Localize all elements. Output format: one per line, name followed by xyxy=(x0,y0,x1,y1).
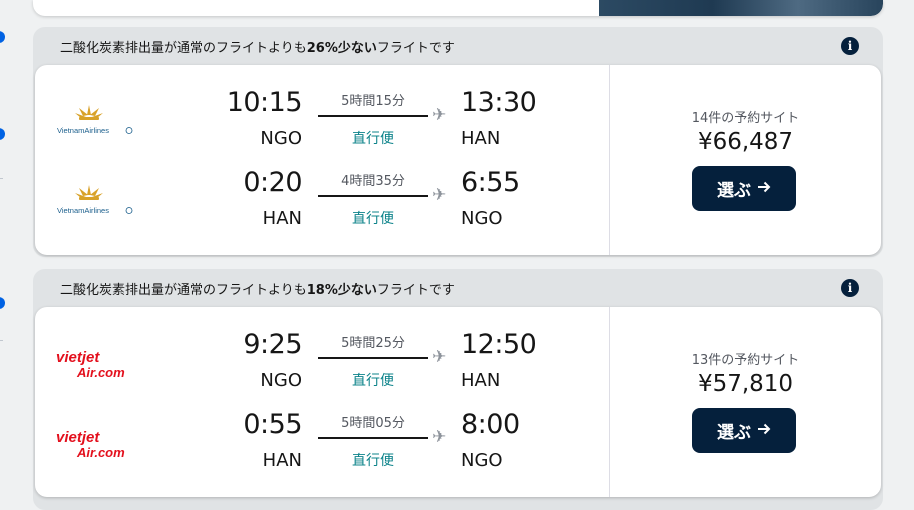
plane-icon: ✈ xyxy=(432,347,447,367)
timeline-dot xyxy=(0,31,5,43)
legs: VietnamAirlines 10:15 NGO 5時間15分 ✈ 直行便 1… xyxy=(35,65,610,255)
select-button[interactable]: 選ぶ xyxy=(692,166,796,211)
price: ¥66,487 xyxy=(697,129,794,155)
eco-text: 二酸化炭素排出量が通常のフライトよりも18%少ないフライトです xyxy=(60,282,455,298)
flight-duration: 4時間35分 xyxy=(341,174,405,189)
timeline-tick xyxy=(0,178,3,179)
outbound-leg: vietjet Air.com 9:25 NGO 5時間25分 ✈ 直行便 12… xyxy=(35,329,610,399)
departure-time: 9:25 xyxy=(243,329,302,360)
select-label: 選ぶ xyxy=(717,423,751,443)
plane-icon: ✈ xyxy=(432,427,447,447)
legs: vietjet Air.com 9:25 NGO 5時間25分 ✈ 直行便 12… xyxy=(35,307,610,497)
airline-logo-vietnam-airlines: VietnamAirlines xyxy=(55,181,135,221)
svg-text:Air.com: Air.com xyxy=(76,365,125,380)
arrival-time: 8:00 xyxy=(461,409,520,440)
arrival-airport: NGO xyxy=(461,208,503,229)
ticket[interactable]: VietnamAirlines 10:15 NGO 5時間15分 ✈ 直行便 1… xyxy=(35,65,881,255)
price: ¥57,810 xyxy=(697,371,794,397)
departure-time: 0:20 xyxy=(243,167,302,198)
route-line xyxy=(318,115,428,117)
select-label: 選ぶ xyxy=(717,181,751,201)
price-column: 13件の予約サイト ¥57,810 選ぶ xyxy=(610,307,881,497)
price-column: 14件の予約サイト ¥66,487 選ぶ xyxy=(610,65,881,255)
route-line xyxy=(318,437,428,439)
plane-icon: ✈ xyxy=(432,105,447,125)
arrival-airport: HAN xyxy=(461,370,501,391)
eco-banner: 二酸化炭素排出量が通常のフライトよりも18%少ないフライトです i xyxy=(33,269,883,307)
airline-logo-vietjet: vietjet Air.com xyxy=(55,423,135,463)
eco-text: 二酸化炭素排出量が通常のフライトよりも26%少ないフライトです xyxy=(60,40,455,56)
stops-label: 直行便 xyxy=(352,211,394,227)
route-line xyxy=(318,195,428,197)
flight-duration: 5時間05分 xyxy=(341,416,405,431)
flight-duration: 5時間15分 xyxy=(341,94,405,109)
outbound-leg: VietnamAirlines 10:15 NGO 5時間15分 ✈ 直行便 1… xyxy=(35,87,610,157)
booking-sites-count: 14件の予約サイト xyxy=(691,111,800,126)
info-icon[interactable]: i xyxy=(841,37,859,55)
timeline-tick xyxy=(0,340,3,341)
arrival-airport: HAN xyxy=(461,128,501,149)
airline-logo-vietnam-airlines: VietnamAirlines xyxy=(55,101,135,141)
stops-label: 直行便 xyxy=(352,131,394,147)
eco-banner: 二酸化炭素排出量が通常のフライトよりも26%少ないフライトです i xyxy=(33,27,883,65)
svg-text:Air.com: Air.com xyxy=(76,445,125,460)
svg-text:vietjet: vietjet xyxy=(56,429,100,446)
arrival-airport: NGO xyxy=(461,450,503,471)
info-icon[interactable]: i xyxy=(841,279,859,297)
plane-icon: ✈ xyxy=(432,185,447,205)
departure-time: 10:15 xyxy=(226,87,303,118)
departure-airport: NGO xyxy=(260,128,302,149)
departure-airport: HAN xyxy=(262,208,302,229)
arrow-right-icon xyxy=(757,179,771,199)
flight-result[interactable]: 二酸化炭素排出量が通常のフライトよりも26%少ないフライトです i Vietna… xyxy=(33,27,883,257)
departure-time: 0:55 xyxy=(243,409,302,440)
departure-airport: HAN xyxy=(262,450,302,471)
flight-result[interactable]: 二酸化炭素排出量が通常のフライトよりも18%少ないフライトです i vietje… xyxy=(33,269,883,510)
previous-result-card xyxy=(33,0,883,16)
svg-text:VietnamAirlines: VietnamAirlines xyxy=(57,126,109,135)
arrival-time: 13:30 xyxy=(461,87,537,118)
route-line xyxy=(318,357,428,359)
airline-logo-vietjet: vietjet Air.com xyxy=(55,343,135,383)
select-button[interactable]: 選ぶ xyxy=(692,408,796,453)
flight-duration: 5時間25分 xyxy=(341,336,405,351)
svg-text:VietnamAirlines: VietnamAirlines xyxy=(57,206,109,215)
arrival-time: 12:50 xyxy=(461,329,537,360)
arrow-right-icon xyxy=(757,421,771,441)
departure-airport: NGO xyxy=(260,370,302,391)
svg-text:vietjet: vietjet xyxy=(56,349,100,366)
stops-label: 直行便 xyxy=(352,453,394,469)
ticket[interactable]: vietjet Air.com 9:25 NGO 5時間25分 ✈ 直行便 12… xyxy=(35,307,881,497)
stops-label: 直行便 xyxy=(352,373,394,389)
return-leg: vietjet Air.com 0:55 HAN 5時間05分 ✈ 直行便 8:… xyxy=(35,409,610,479)
arrival-time: 6:55 xyxy=(461,167,520,198)
return-leg: VietnamAirlines 0:20 HAN 4時間35分 ✈ 直行便 6:… xyxy=(35,167,610,237)
timeline-dot xyxy=(0,297,5,309)
ad-image xyxy=(599,0,883,16)
timeline-dot xyxy=(0,128,5,140)
booking-sites-count: 13件の予約サイト xyxy=(691,353,800,368)
